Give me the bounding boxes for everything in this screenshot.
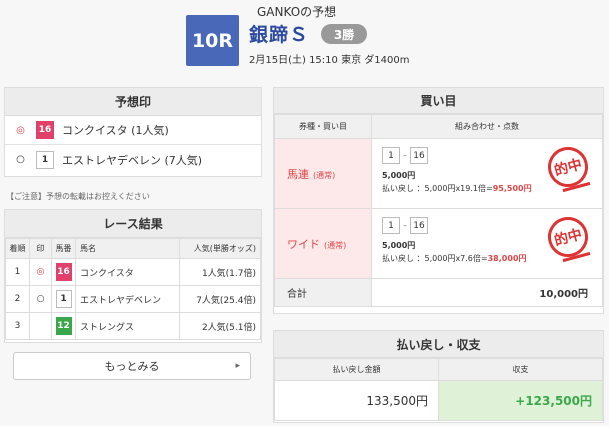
rank-cell: 2 (5, 285, 30, 313)
col-mark: 印 (29, 238, 52, 259)
horse-name[interactable]: コンクイスタ (75, 258, 180, 286)
combo-horse: 16 (410, 147, 428, 164)
horse-number: 12 (55, 317, 72, 335)
payout-table: 払い戻し金額 収支 133,500円 +123,500円 (274, 358, 603, 421)
pop-cell: 7人気(25.4倍) (178, 285, 262, 313)
total-row: 合計 10,000円 (274, 278, 603, 307)
table-row: 1 ◎ 16 コンクイスタ 1人気(1.7倍) (5, 258, 262, 286)
mark-cell: ○ (29, 285, 52, 313)
col-bet-type: 券種・買い目 (274, 114, 372, 139)
rank-cell: 3 (5, 312, 30, 340)
horse-number: 1 (36, 150, 54, 169)
honmei-mark: ◎ (16, 124, 25, 136)
payout-heading: 払い戻し・収支 (274, 331, 603, 358)
race-info: 2月15日(土) 15:10 東京 ダ1400m (249, 55, 410, 66)
bet-type: 馬連 (287, 167, 309, 181)
horse-name[interactable]: コンクイスタ (1人気) (62, 122, 169, 138)
results-table: 着順 印 馬番 馬名 人気(単勝オッズ) 1 ◎ 16 コンクイスタ 1人気(1… (5, 238, 262, 340)
horse-number: 16 (55, 263, 72, 281)
dash-icon: – (403, 220, 407, 230)
return-formula: 払い戻し ：5,000円x19.1倍= (382, 184, 493, 193)
return-formula: 払い戻し ：5,000円x7.6倍= (382, 254, 488, 263)
return-value: 95,500円 (492, 184, 532, 193)
bets-heading: 買い目 (274, 88, 603, 114)
table-row: 2 ○ 1 エストレヤデベレン 7人気(25.4倍) (5, 285, 262, 313)
prediction-heading: 予想印 (5, 88, 261, 116)
prediction-row: ○ 1 エストレヤデベレン (7人気) (5, 145, 261, 174)
page-title: GANKOの予想 (257, 5, 337, 19)
col-balance: 収支 (438, 358, 603, 381)
combo-horse: 16 (410, 217, 428, 234)
race-number-badge: 10R (186, 15, 239, 66)
total-label: 合計 (274, 278, 372, 307)
race-name[interactable]: 銀蹄Ｓ (249, 20, 309, 47)
more-button-label: もっとみる (104, 360, 160, 373)
return-value: 38,000円 (487, 254, 527, 263)
notice-text: 【ご注意】予想の転載はお控えください (6, 192, 150, 201)
bet-row: 馬連 (通常) 1–16 5,000円 払い戻し ：5,000円x19.1倍=95… (274, 138, 603, 209)
num-cell: 12 (51, 312, 76, 340)
prediction-row: ◎ 16 コンクイスタ (1人気) (5, 116, 261, 145)
taikou-mark: ○ (16, 154, 25, 165)
bet-type-cell: 馬連 (通常) (274, 138, 372, 209)
prediction-panel: 予想印 ◎ 16 コンクイスタ (1人気) ○ 1 エストレヤデベレン (7人気… (4, 87, 262, 177)
rank-cell: 1 (5, 258, 30, 286)
col-combo: 組み合わせ・点数 (371, 114, 603, 139)
combo-horse: 1 (382, 147, 400, 164)
pop-cell: 2人気(5.1倍) (178, 312, 262, 340)
horse-name[interactable]: エストレヤデベレン (7人気) (62, 152, 202, 168)
bet-type-cell: ワイド (通常) (274, 208, 372, 279)
horse-number: 1 (55, 290, 72, 308)
mark-cell (29, 312, 52, 340)
payout-panel: 払い戻し・収支 払い戻し金額 収支 133,500円 +123,500円 (273, 330, 604, 423)
bets-table: 券種・買い目 組み合わせ・点数 馬連 (通常) 1–16 5,000円 払い戻し … (274, 114, 603, 307)
results-panel: レース結果 着順 印 馬番 馬名 人気(単勝オッズ) 1 ◎ 16 コンクイスタ… (4, 209, 262, 343)
more-button[interactable]: もっとみる ▸ (13, 352, 251, 380)
horse-name[interactable]: ストレングス (75, 312, 180, 340)
results-heading: レース結果 (5, 210, 261, 238)
col-pop: 人気(単勝オッズ) (178, 238, 262, 259)
total-value: 10,000円 (371, 278, 603, 307)
balance-value: +123,500円 (438, 380, 603, 421)
pop-cell: 1人気(1.7倍) (178, 258, 262, 286)
bet-type: ワイド (287, 237, 320, 251)
horse-number: 16 (36, 121, 54, 139)
table-row: 3 12 ストレングス 2人気(5.1倍) (5, 312, 262, 340)
bet-row: ワイド (通常) 1–16 5,000円 払い戻し ：5,000円x7.6倍=38… (274, 208, 603, 279)
combo-cell: 1–16 5,000円 払い戻し ：5,000円x19.1倍=95,500円 的… (371, 138, 603, 209)
col-refund: 払い戻し金額 (274, 358, 439, 381)
bet-subtype: (通常) (324, 240, 347, 250)
grade-badge: 3勝 (321, 24, 367, 44)
chevron-right-icon: ▸ (235, 361, 240, 371)
bets-panel: 買い目 券種・買い目 組み合わせ・点数 馬連 (通常) 1–16 5,000円 払… (273, 87, 604, 314)
mark-cell: ◎ (29, 258, 52, 286)
combo: 1–16 5,000円 払い戻し ：5,000円x19.1倍=95,500円 的… (372, 139, 602, 194)
combo-horse: 1 (382, 217, 400, 234)
refund-value: 133,500円 (274, 380, 439, 421)
num-cell: 16 (51, 258, 76, 286)
num-cell: 1 (51, 285, 76, 313)
col-rank: 着順 (5, 238, 30, 259)
dash-icon: – (403, 150, 407, 160)
horse-name[interactable]: エストレヤデベレン (75, 285, 180, 313)
bet-subtype: (通常) (313, 170, 336, 180)
col-num: 馬番 (51, 238, 76, 259)
col-name: 馬名 (75, 238, 180, 259)
combo: 1–16 5,000円 払い戻し ：5,000円x7.6倍=38,000円 的中 (372, 209, 602, 264)
race-header: GANKOの予想 10R 銀蹄Ｓ 3勝 2月15日(土) 15:10 東京 ダ1… (0, 0, 609, 80)
combo-cell: 1–16 5,000円 払い戻し ：5,000円x7.6倍=38,000円 的中 (371, 208, 603, 279)
